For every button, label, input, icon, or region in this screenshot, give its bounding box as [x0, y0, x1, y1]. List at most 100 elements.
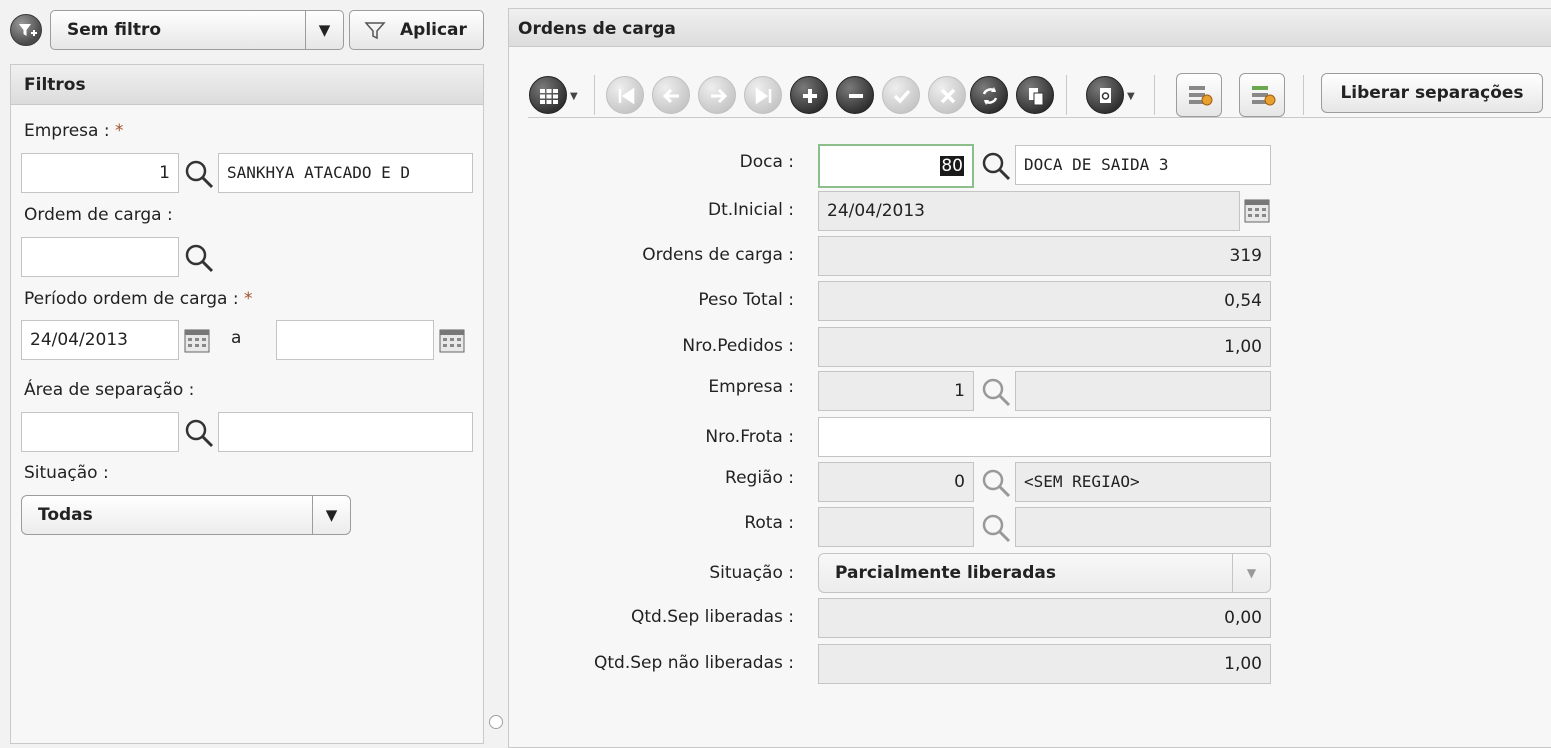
- filters-panel-title: Filtros: [11, 65, 483, 105]
- filter-area-code-input[interactable]: [21, 412, 179, 452]
- refresh-button[interactable]: [970, 76, 1008, 114]
- chevron-down-icon[interactable]: ▼: [305, 11, 343, 49]
- rota-label: Rota :: [744, 513, 794, 533]
- filter-ordem-input[interactable]: [21, 237, 179, 277]
- filter-periodo-label: Período ordem de carga : *: [24, 289, 253, 309]
- chevron-down-icon[interactable]: ▼: [312, 496, 350, 534]
- last-record-icon: [755, 87, 772, 105]
- filter-periodo-sep: a: [231, 328, 242, 348]
- config-alt-icon: [1252, 86, 1276, 106]
- toolbar-divider-line: [528, 117, 1551, 118]
- filter-empresa-code-input[interactable]: 1: [21, 153, 179, 193]
- confirm-icon: [893, 89, 911, 104]
- toolbar-divider: [1303, 75, 1304, 115]
- filters-panel: Filtros Empresa : * 1 SANKHYA ATACADO E …: [10, 64, 484, 744]
- saved-filter-select[interactable]: Sem filtro ▼: [50, 10, 344, 50]
- funnel-icon: [364, 22, 386, 40]
- regiao-code-input: 0: [818, 462, 974, 502]
- doca-label: Doca :: [739, 152, 794, 172]
- situacao-value: Parcialmente liberadas: [835, 563, 1056, 583]
- search-icon[interactable]: [183, 242, 215, 274]
- search-icon: [982, 514, 1011, 543]
- rota-name-input: [1015, 507, 1271, 547]
- remove-icon: [849, 94, 863, 98]
- filter-situacao-select[interactable]: Todas ▼: [21, 495, 351, 535]
- filter-add-icon: [19, 24, 37, 36]
- filter-empresa-label: Empresa : *: [24, 121, 124, 141]
- filter-area-label: Área de separação :: [24, 380, 195, 400]
- rota-code-input: [818, 507, 974, 547]
- grid-menu-button[interactable]: [529, 76, 567, 114]
- add-record-button[interactable]: [790, 76, 828, 114]
- apply-filter-button[interactable]: Aplicar: [349, 10, 484, 50]
- calendar-icon[interactable]: [439, 329, 465, 353]
- toolbar-divider: [1154, 75, 1155, 115]
- copy-button[interactable]: [1016, 76, 1054, 114]
- filter-situacao-value: Todas: [38, 505, 93, 525]
- liberar-separacoes-button[interactable]: Liberar separações: [1321, 73, 1543, 113]
- attachment-menu-icon: [1100, 88, 1111, 103]
- required-mark: *: [243, 289, 253, 309]
- empresa-code-input: 1: [818, 371, 974, 411]
- remove-record-button[interactable]: [836, 76, 874, 114]
- calendar-icon[interactable]: [1244, 199, 1270, 223]
- filter-menu-button[interactable]: [10, 14, 42, 46]
- filter-ordem-label: Ordem de carga :: [24, 205, 173, 225]
- pedidos-input: 1,00: [818, 327, 1271, 367]
- peso-input: 0,54: [818, 281, 1271, 321]
- required-mark: *: [114, 121, 124, 141]
- toolbar-divider: [594, 75, 595, 115]
- chevron-down-icon[interactable]: ▼: [1232, 554, 1270, 592]
- prev-record-icon: [662, 88, 679, 104]
- qtdnlib-input: 1,00: [818, 644, 1271, 684]
- chevron-down-icon[interactable]: ▼: [570, 91, 578, 102]
- apply-filter-label: Aplicar: [400, 20, 467, 40]
- dtinicial-label: Dt.Inicial :: [707, 200, 794, 220]
- regiao-name-input: <SEM REGIAO>: [1015, 462, 1271, 502]
- cancel-button[interactable]: [928, 76, 966, 114]
- doca-code-input[interactable]: 80: [818, 144, 974, 188]
- peso-label: Peso Total :: [698, 290, 794, 310]
- frota-input[interactable]: [818, 417, 1271, 457]
- filter-area-name-input[interactable]: [218, 412, 473, 452]
- next-record-icon: [711, 88, 728, 104]
- situacao-select[interactable]: Parcialmente liberadas ▼: [818, 553, 1271, 593]
- copy-icon: [1029, 88, 1044, 106]
- qtdnlib-label: Qtd.Sep não liberadas :: [594, 653, 794, 673]
- config-icon: [1189, 86, 1213, 106]
- refresh-icon: [982, 87, 998, 105]
- qtdlib-input: 0,00: [818, 598, 1271, 638]
- attachment-menu-button[interactable]: [1086, 76, 1124, 114]
- saved-filter-value: Sem filtro: [67, 20, 162, 40]
- ordens-label: Ordens de carga :: [642, 245, 794, 265]
- splitter-handle[interactable]: [489, 715, 503, 729]
- add-icon: [803, 89, 817, 103]
- config-button[interactable]: [1176, 73, 1222, 117]
- first-record-button[interactable]: [606, 76, 644, 114]
- next-record-button[interactable]: [698, 76, 736, 114]
- first-record-icon: [618, 87, 635, 105]
- prev-record-button[interactable]: [652, 76, 690, 114]
- last-record-button[interactable]: [744, 76, 782, 114]
- search-icon[interactable]: [183, 158, 215, 190]
- situacao-label: Situação :: [709, 563, 794, 583]
- empresa-name-input: [1015, 371, 1271, 411]
- search-icon: [982, 469, 1011, 498]
- qtdlib-label: Qtd.Sep liberadas :: [631, 607, 794, 627]
- regiao-label: Região :: [725, 468, 794, 488]
- cancel-icon: [940, 88, 956, 104]
- doca-name-input[interactable]: DOCA DE SAIDA 3: [1015, 145, 1271, 185]
- calendar-icon[interactable]: [184, 329, 210, 353]
- empresa-label: Empresa :: [708, 377, 794, 397]
- grid-menu-icon: [540, 89, 558, 104]
- config-alt-button[interactable]: [1239, 73, 1285, 117]
- filter-periodo-from-input[interactable]: 24/04/2013: [21, 320, 179, 360]
- filter-periodo-to-input[interactable]: [276, 320, 434, 360]
- chevron-down-icon[interactable]: ▼: [1127, 91, 1135, 102]
- confirm-button[interactable]: [882, 76, 920, 114]
- filter-empresa-name-input[interactable]: SANKHYA ATACADO E D: [218, 153, 473, 193]
- frota-label: Nro.Frota :: [705, 427, 794, 447]
- search-icon[interactable]: [980, 150, 1012, 182]
- search-icon[interactable]: [183, 417, 215, 449]
- toolbar-divider: [1066, 75, 1067, 115]
